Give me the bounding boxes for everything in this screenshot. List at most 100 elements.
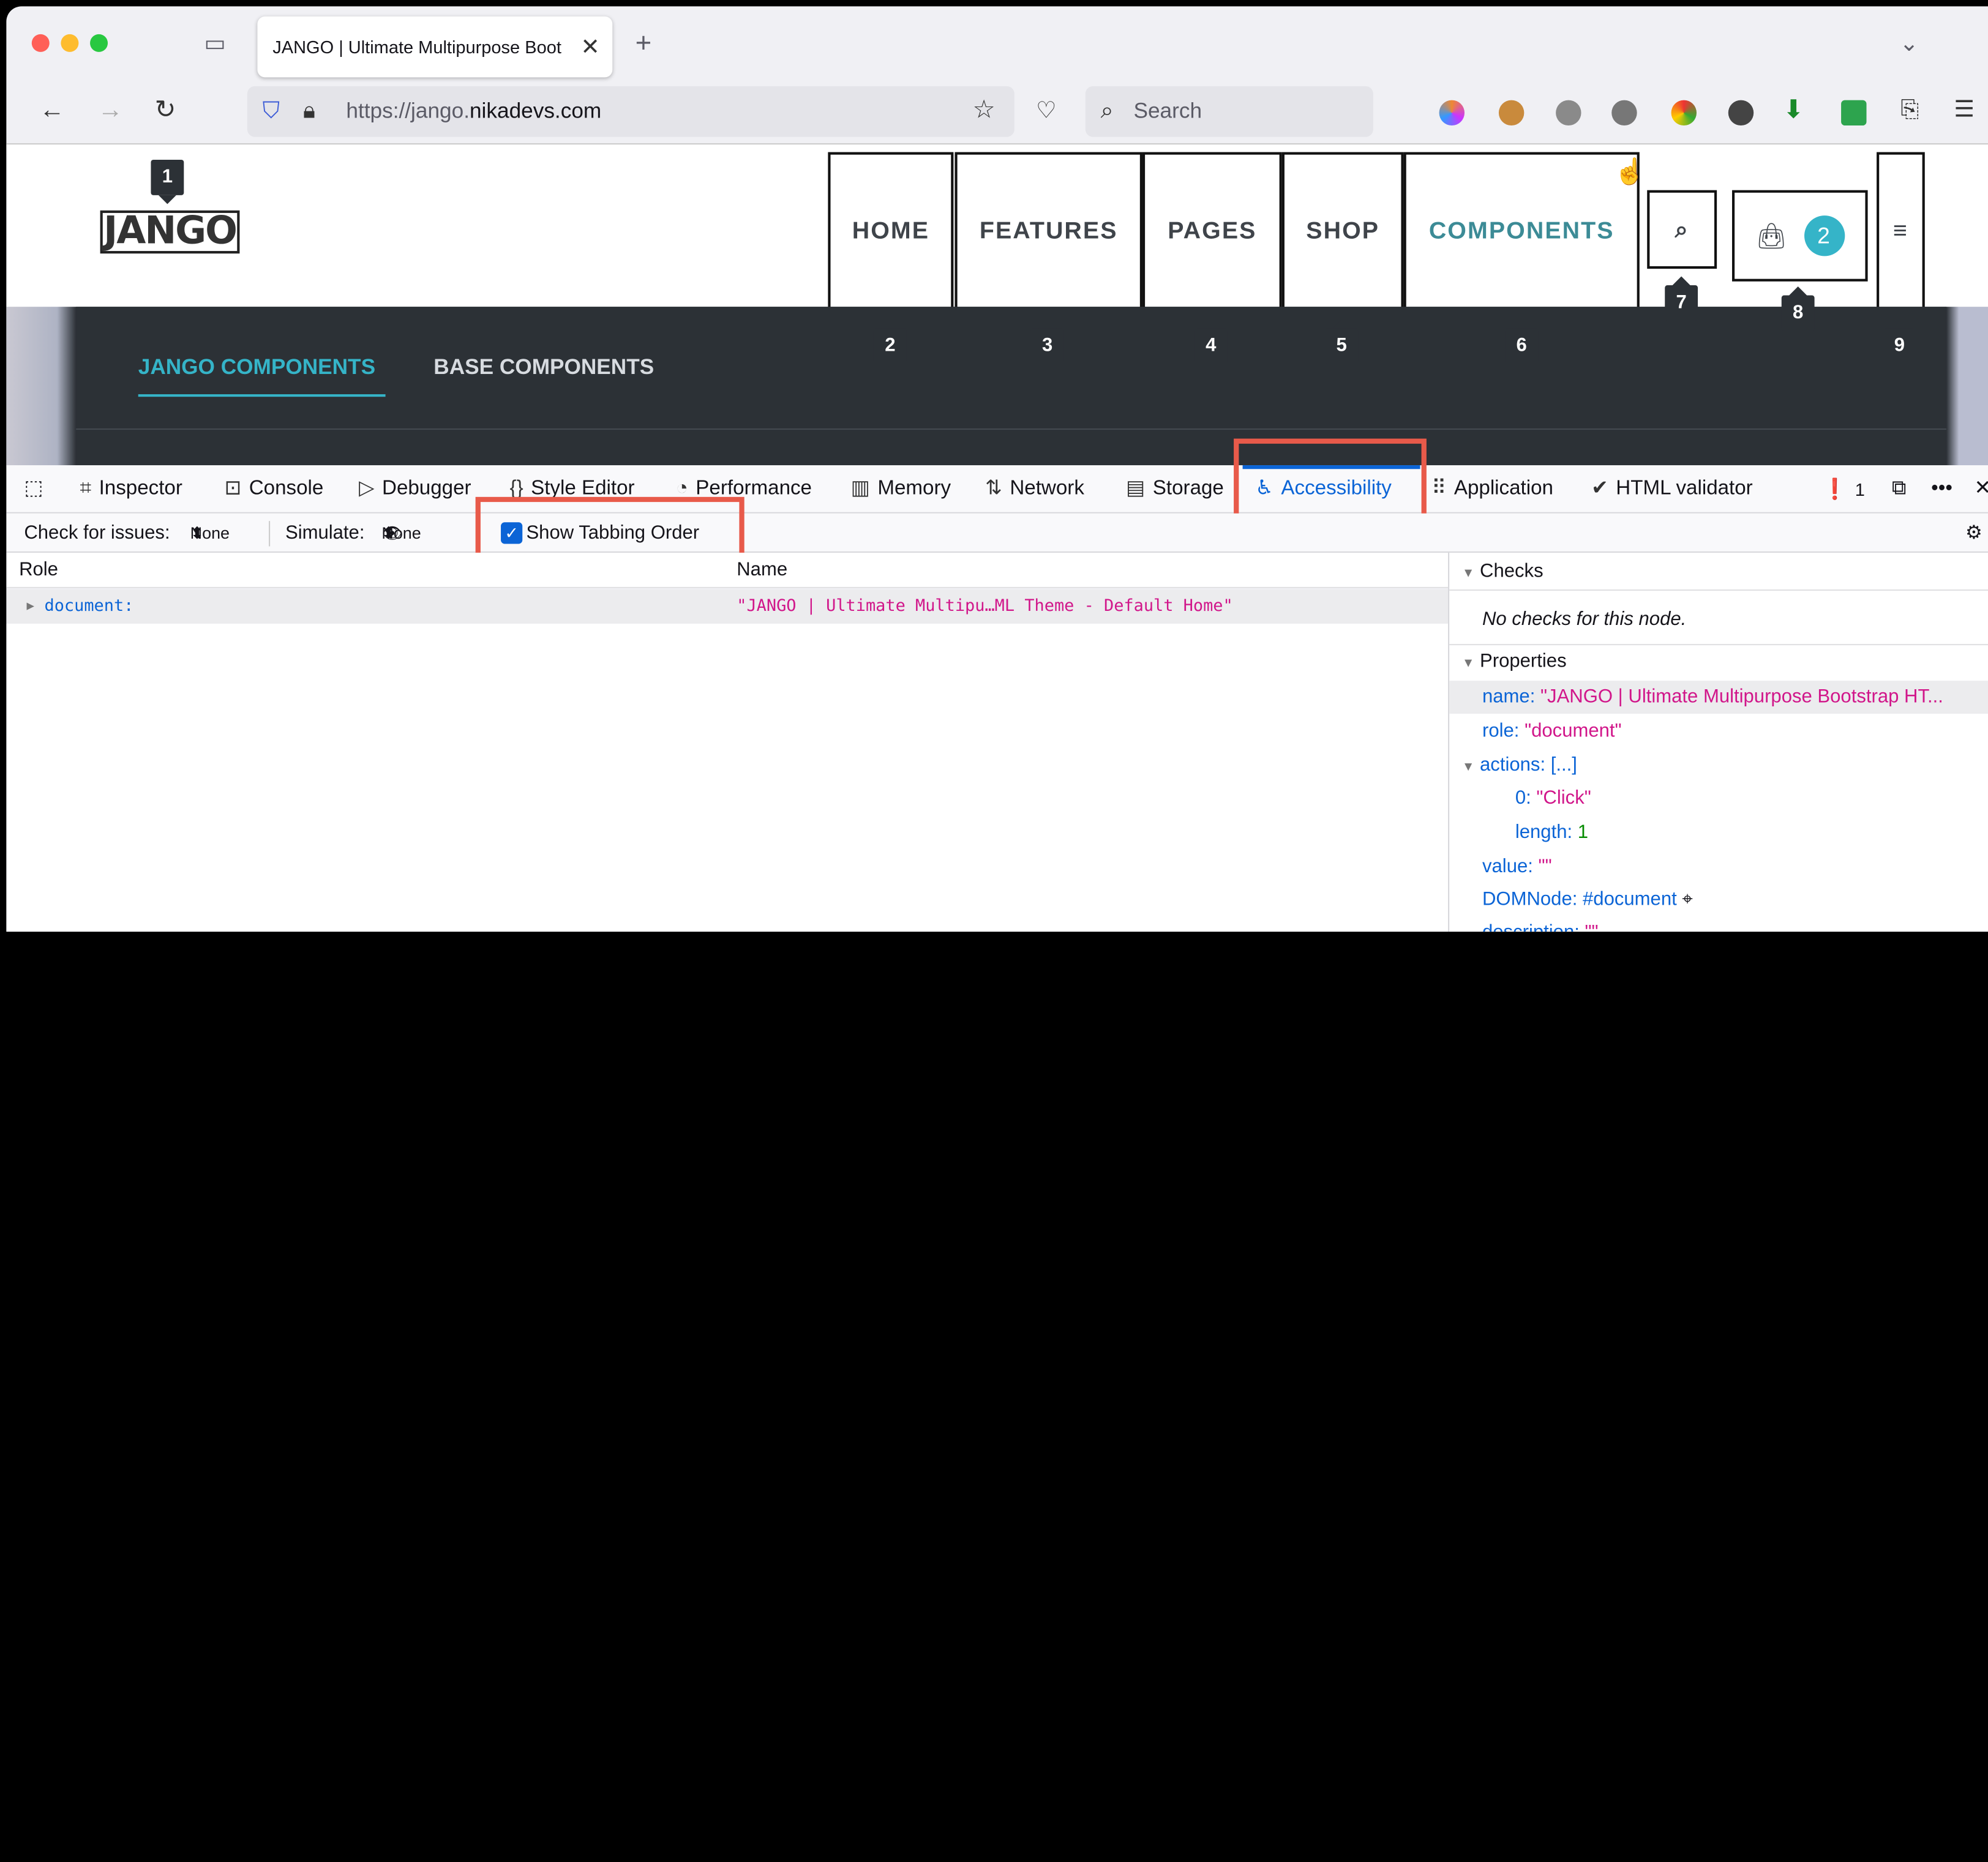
menu-icon[interactable]: ☰ bbox=[1954, 97, 1974, 120]
prop-action-0[interactable]: 0: "Click" bbox=[1515, 782, 1591, 815]
prop-value: 1 bbox=[1577, 821, 1589, 843]
prop-value-row[interactable]: value: "" bbox=[1482, 851, 1552, 884]
url-bar[interactable]: ⛉ 🔒︎ https://jango.nikadevs.com ☆ bbox=[247, 86, 1015, 137]
prop-key: DOMNode: bbox=[1482, 888, 1578, 910]
account-icon[interactable] bbox=[1728, 100, 1754, 126]
tree-row[interactable]: ▶ document: "JANGO | Ultimate Multipu…ML… bbox=[6, 589, 1449, 624]
site-logo[interactable]: JANGO bbox=[100, 210, 240, 254]
extension-monkey-icon[interactable] bbox=[1498, 100, 1525, 126]
subnav-jango-components[interactable]: JANGO COMPONENTS bbox=[138, 355, 375, 380]
tab-label: Debugger bbox=[382, 477, 471, 499]
dock-icon[interactable]: ⧉ bbox=[1892, 465, 1907, 514]
bookmark-star-icon[interactable]: ☆ bbox=[972, 97, 995, 122]
browser-tab[interactable]: JANGO | Ultimate Multipurpose Boot ✕ bbox=[257, 16, 613, 78]
tab-html-validator[interactable]: ✔ HTML validator bbox=[1591, 465, 1753, 514]
extension-gear-icon[interactable] bbox=[1611, 100, 1637, 126]
prop-key: name: bbox=[1482, 686, 1536, 708]
download-icon[interactable]: ⬇ bbox=[1783, 97, 1804, 122]
braces-icon: {} bbox=[509, 477, 523, 499]
separator bbox=[269, 521, 271, 547]
subnav-base-components[interactable]: BASE COMPONENTS bbox=[433, 355, 654, 380]
accessibility-toolbar: Check for issues: None ⬍ Simulate: 👁︎ No… bbox=[6, 513, 1988, 553]
nav-components[interactable]: COMPONENTS bbox=[1403, 152, 1640, 312]
prop-domnode[interactable]: DOMNode: #document ⌖ bbox=[1482, 883, 1693, 916]
extension-heart-icon[interactable] bbox=[1671, 100, 1697, 126]
shield-icon[interactable]: ⛉ bbox=[263, 99, 280, 122]
simulate-select[interactable]: 👁︎ None ⬍ bbox=[381, 514, 421, 553]
extension-money-icon[interactable] bbox=[1841, 100, 1867, 126]
col-role: Role bbox=[19, 559, 58, 581]
collapse-triangle-icon: ▼ bbox=[1461, 566, 1475, 581]
hamburger-menu-button[interactable]: ≡ bbox=[1877, 152, 1925, 312]
prop-role[interactable]: role: "document" bbox=[1482, 715, 1622, 748]
prop-value: "JANGO | Ultimate Multipurpose Bootstrap… bbox=[1540, 686, 1943, 708]
tab-order-badge: 7 bbox=[1665, 276, 1698, 321]
tab-overview-icon[interactable]: ▭ bbox=[204, 32, 225, 54]
tab-network[interactable]: ⇅ Network bbox=[985, 465, 1084, 514]
error-count[interactable]: ❗ 1 bbox=[1822, 465, 1865, 515]
prop-actions[interactable]: ▼ actions: [...] bbox=[1462, 749, 1577, 785]
checks-section-header[interactable]: ▼ Checks bbox=[1462, 555, 1544, 591]
check-for-issues-value: None bbox=[190, 523, 230, 543]
inspect-node-icon[interactable]: ⌖ bbox=[1682, 889, 1693, 910]
back-icon[interactable]: ← bbox=[39, 97, 64, 122]
tab-memory[interactable]: ▥ Memory bbox=[851, 465, 951, 514]
lock-icon[interactable]: 🔒︎ bbox=[303, 99, 315, 122]
tab-debugger[interactable]: ▷ Debugger bbox=[359, 465, 471, 514]
minimize-window-button[interactable] bbox=[61, 34, 79, 52]
tab-label: Style Editor bbox=[531, 477, 635, 499]
prop-value: "" bbox=[1538, 855, 1552, 878]
extension-color-icon[interactable] bbox=[1439, 100, 1465, 126]
tab-console[interactable]: ⊡ Console bbox=[225, 465, 324, 514]
search-input[interactable]: ⌕ Search bbox=[1085, 86, 1373, 137]
prop-key: value: bbox=[1482, 855, 1533, 878]
expand-triangle-icon[interactable]: ▶ bbox=[26, 589, 34, 624]
zoom-window-button[interactable] bbox=[90, 34, 108, 52]
tab-storage[interactable]: ▤ Storage bbox=[1126, 465, 1224, 514]
check-for-issues-select[interactable]: None ⬍ bbox=[190, 514, 230, 553]
more-options-icon[interactable]: ••• bbox=[1931, 465, 1952, 514]
collapse-triangle-icon: ▼ bbox=[1461, 760, 1475, 775]
devtools-toolbar: ⬚ ⌗ Inspector ⊡ Console ▷ Debugger {} Style … bbox=[6, 465, 1988, 514]
close-tab-icon[interactable]: ✕ bbox=[580, 17, 599, 77]
pick-element-icon[interactable]: ⬚ bbox=[24, 465, 43, 514]
check-for-issues-label: Check for issues: bbox=[24, 522, 170, 544]
share-icon[interactable]: ⎘ bbox=[1900, 97, 1919, 120]
components-subnav-band: JANGO COMPONENTS BASE COMPONENTS bbox=[6, 307, 1988, 467]
tab-order-badge: 9 bbox=[1883, 319, 1916, 364]
prop-name[interactable]: name: "JANGO | Ultimate Multipurpose Boo… bbox=[1482, 681, 1943, 714]
cart-button[interactable]: 👜︎ 2 bbox=[1731, 190, 1868, 282]
tab-label: Performance bbox=[696, 477, 812, 499]
close-devtools-icon[interactable]: ✕ bbox=[1975, 465, 1988, 514]
nav-features[interactable]: FEATURES bbox=[955, 152, 1142, 312]
close-window-button[interactable] bbox=[31, 34, 50, 52]
error-icon: ❗ bbox=[1822, 479, 1848, 501]
pocket-icon[interactable]: ♡ bbox=[1036, 99, 1056, 122]
highlight-accessibility-tab bbox=[1234, 438, 1427, 520]
tab-label: Application bbox=[1453, 477, 1553, 499]
nav-home[interactable]: HOME bbox=[828, 152, 954, 312]
tab-label: Storage bbox=[1152, 477, 1224, 499]
mouse-pointer-icon: ☝ bbox=[1614, 158, 1646, 187]
prop-description[interactable]: description: "" bbox=[1482, 916, 1599, 932]
nav-pages[interactable]: PAGES bbox=[1142, 152, 1282, 312]
divider bbox=[1449, 589, 1988, 591]
prop-key: length: bbox=[1515, 821, 1573, 843]
prop-value: "Click" bbox=[1536, 787, 1591, 809]
forward-icon[interactable]: → bbox=[97, 97, 122, 122]
shopping-bag-icon: 👜︎ bbox=[1755, 222, 1789, 251]
settings-gear-icon[interactable]: ⚙ bbox=[1965, 514, 1982, 553]
new-tab-icon[interactable]: + bbox=[636, 29, 652, 58]
performance-icon: ◔ bbox=[675, 477, 688, 499]
extension-check-icon[interactable] bbox=[1556, 100, 1581, 126]
nav-shop[interactable]: SHOP bbox=[1281, 152, 1404, 312]
tab-application[interactable]: ⠿ Application bbox=[1431, 465, 1553, 514]
tab-label: Memory bbox=[877, 477, 951, 499]
tab-title: JANGO | Ultimate Multipurpose Boot bbox=[272, 37, 561, 58]
list-tabs-chevron-icon[interactable]: ⌄ bbox=[1899, 32, 1918, 54]
tab-inspector[interactable]: ⌗ Inspector bbox=[80, 465, 182, 514]
reload-icon[interactable]: ↻ bbox=[155, 97, 176, 122]
properties-section-header[interactable]: ▼ Properties bbox=[1462, 645, 1567, 681]
prop-length[interactable]: length: 1 bbox=[1515, 817, 1588, 850]
site-search-button[interactable]: ⌕ bbox=[1647, 190, 1717, 269]
